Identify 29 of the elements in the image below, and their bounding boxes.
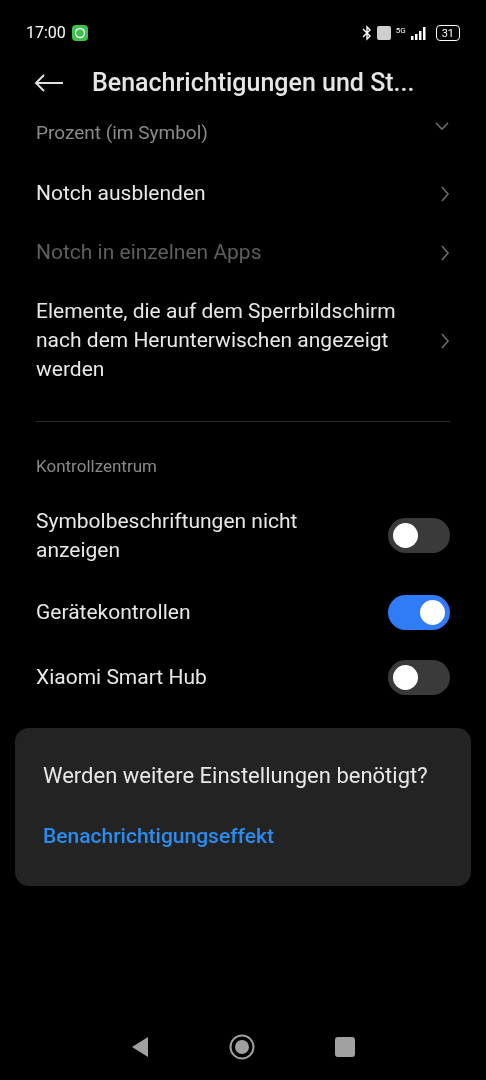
- network-type: 5G: [395, 27, 406, 35]
- battery-level: 31: [441, 27, 454, 39]
- clock: 17:00: [26, 22, 66, 44]
- chat-app-icon: [71, 25, 88, 41]
- chevron-icon: [440, 184, 450, 203]
- back-icon[interactable]: [131, 1036, 149, 1058]
- item-subtitle: Prozent (im Symbol): [36, 119, 208, 146]
- effect-link[interactable]: Benachrichtigungseffekt: [43, 820, 443, 852]
- settings-item[interactable]: Elemente, die auf dem Sperrbildschirm nach dem Herunterwischen angezeigt werden: [36, 282, 450, 399]
- signal-icon: [410, 26, 427, 40]
- chevron-icon: [434, 121, 450, 131]
- section-header: Kontrollzentrum: [36, 455, 158, 478]
- settings-item[interactable]: Notch ausblenden: [36, 164, 450, 223]
- toggle-switch[interactable]: [388, 659, 450, 695]
- item-label: Gerätekontrollen: [36, 598, 191, 626]
- card-question: Werden weitere Einstellungen benötigt?: [43, 761, 429, 790]
- bluetooth-icon: [361, 25, 372, 41]
- page-title: Benachrichtigungen und St...: [92, 67, 415, 100]
- chevron-icon: [440, 243, 450, 262]
- item-label: Xiaomi Smart Hub: [36, 663, 207, 691]
- home-icon[interactable]: [229, 1034, 255, 1060]
- chevron-icon: [440, 331, 450, 350]
- back-arrow-icon[interactable]: [34, 73, 64, 93]
- item-label: Notch in einzelnen Apps: [36, 239, 262, 266]
- item-label: Symbolbeschriftungen nicht anzeigen: [36, 507, 299, 564]
- item-label: Notch ausblenden: [36, 180, 206, 207]
- item-label: Elemente, die auf dem Sperrbildschirm nach dem Herunterwischen angezeigt werden: [36, 298, 397, 383]
- toggle-switch[interactable]: [388, 518, 450, 553]
- toggle-switch[interactable]: [388, 594, 450, 630]
